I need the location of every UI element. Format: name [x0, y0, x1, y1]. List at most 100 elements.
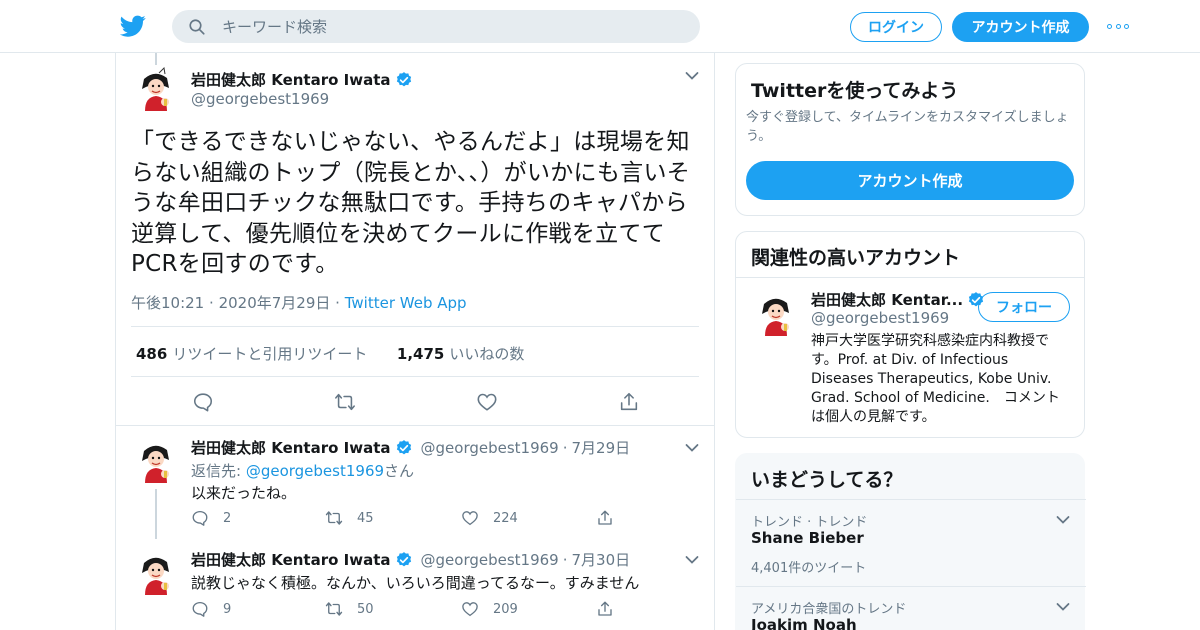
avatar[interactable]: [751, 290, 800, 339]
avatar[interactable]: [131, 65, 180, 114]
separator: ·: [335, 294, 340, 312]
tweet-metadata: 午後10:21 · 2020年7月29日 · Twitter Web App: [131, 292, 467, 313]
tweet-time[interactable]: 午後10:21: [131, 294, 204, 312]
author-name[interactable]: 岩田健太郎 Kentaro Iwata: [191, 437, 391, 458]
thread-connector-line: [155, 489, 157, 539]
reply-to-line: 返信先: @georgebest1969さん: [191, 462, 415, 480]
reply-tweet[interactable]: 岩田健太郎 Kentaro Iwata @georgebest1969 · 7月…: [116, 539, 714, 630]
share-button[interactable]: [596, 600, 614, 618]
account-handle[interactable]: @georgebest1969: [811, 309, 949, 327]
share-button[interactable]: [596, 509, 614, 527]
divider: [131, 376, 699, 377]
trend-tweet-count: 4,401件のツイート: [751, 561, 867, 576]
main-tweet: 岩田健太郎 Kentaro Iwata @georgebest1969 「できる…: [116, 53, 714, 426]
author-name[interactable]: 岩田健太郎 Kentaro Iwata: [191, 549, 391, 570]
like-count-button[interactable]: 209: [461, 600, 518, 618]
like-heart-icon: [462, 511, 478, 526]
chevron-down-icon[interactable]: [685, 555, 699, 565]
retweets-stat[interactable]: 486 リツイートと引用リツイート: [136, 345, 367, 363]
like-count-button[interactable]: 224: [461, 509, 518, 527]
avatar-illustration: [131, 65, 180, 114]
chevron-down-icon[interactable]: [1056, 515, 1070, 525]
reply-icon: [192, 510, 208, 526]
search-box[interactable]: [172, 10, 700, 43]
tweet-timeline-column: 岩田健太郎 Kentaro Iwata @georgebest1969 「できる…: [115, 53, 715, 630]
trend-name: Joakim Noah: [751, 616, 857, 630]
share-icon: [598, 601, 612, 616]
tweet-source-link[interactable]: Twitter Web App: [345, 294, 467, 312]
reply-count-button[interactable]: 9: [191, 600, 231, 618]
create-account-button[interactable]: アカウント作成: [746, 161, 1074, 200]
reply-tweet[interactable]: 岩田健太郎 Kentaro Iwata @georgebest1969 · 7月…: [116, 427, 714, 539]
reply-text: 以来だったね。: [191, 484, 297, 502]
reply-action-bar: 9 50 209: [191, 600, 631, 620]
reply-text: 説教じゃなく積極。なんか、いろいろ間違ってるなー。すみません: [191, 574, 640, 592]
chevron-down-icon[interactable]: [685, 71, 699, 81]
avatar-illustration: [751, 290, 800, 339]
avatar-illustration: [131, 437, 180, 486]
reply-to-handle-link[interactable]: @georgebest1969: [246, 462, 384, 480]
top-navigation-bar: ログイン アカウント作成: [0, 0, 1200, 53]
reply-header: 岩田健太郎 Kentaro Iwata @georgebest1969 · 7月…: [191, 437, 630, 458]
separator: ·: [562, 438, 568, 457]
like-heart-icon: [462, 602, 478, 617]
share-icon: [598, 510, 612, 525]
retweet-icon: [325, 602, 343, 616]
search-input[interactable]: [222, 10, 682, 43]
reply-count-button[interactable]: 2: [191, 509, 231, 527]
reply-header: 岩田健太郎 Kentaro Iwata @georgebest1969 · 7月…: [191, 549, 630, 570]
retweet-icon[interactable]: [334, 391, 356, 413]
avatar-illustration: [131, 549, 180, 598]
divider: [736, 277, 1084, 278]
verified-badge-icon: [396, 71, 411, 86]
trend-item[interactable]: トレンド · トレンド Shane Bieber 4,401件のツイート: [736, 511, 1086, 581]
chevron-down-icon[interactable]: [685, 443, 699, 453]
card-title: いまどうしてる？: [751, 469, 903, 491]
author-handle[interactable]: @georgebest1969: [421, 439, 559, 457]
reply-action-bar: 2 45 224: [191, 509, 631, 529]
trend-context: トレンド · トレンド: [751, 515, 868, 530]
reply-icon[interactable]: [192, 391, 214, 413]
signup-button[interactable]: アカウント作成: [952, 12, 1089, 42]
author-handle[interactable]: @georgebest1969: [421, 551, 559, 569]
related-accounts-card: 関連性の高いアカウント 岩田健太郎 Kentar... @georgebest1…: [735, 231, 1085, 438]
trend-name: Shane Bieber: [751, 529, 864, 547]
divider: [736, 499, 1086, 500]
dot: [1107, 23, 1112, 29]
tweet-stats: 486 リツイートと引用リツイート 1,475 いいねの数: [136, 343, 524, 364]
trends-card: いまどうしてる？ トレンド · トレンド Shane Bieber 4,401件…: [735, 453, 1086, 630]
avatar[interactable]: [131, 437, 180, 486]
like-heart-icon[interactable]: [476, 391, 498, 413]
search-icon: [189, 19, 205, 35]
like-count: 224: [493, 510, 518, 526]
reply-count: 2: [223, 510, 232, 526]
follow-button[interactable]: フォロー: [978, 292, 1070, 322]
retweet-count: 50: [357, 601, 374, 617]
login-button[interactable]: ログイン: [850, 12, 942, 42]
verified-badge-icon: [396, 439, 411, 454]
card-description: 今すぐ登録して、タイムラインをカスタマイズしましょう。: [746, 110, 1069, 144]
separator: ·: [562, 550, 568, 569]
dot: [1124, 23, 1129, 29]
account-name-text: 岩田健太郎 Kentar...: [811, 291, 964, 309]
retweet-count-button[interactable]: 45: [325, 509, 374, 527]
twitter-logo-icon[interactable]: [120, 13, 146, 39]
author-handle[interactable]: @georgebest1969: [191, 90, 329, 108]
avatar[interactable]: [131, 549, 180, 598]
divider: [736, 586, 1086, 587]
share-icon[interactable]: [618, 391, 640, 413]
more-options-icon[interactable]: [1107, 18, 1129, 34]
tweet-date[interactable]: 2020年7月29日: [219, 294, 331, 312]
like-count: 209: [493, 601, 518, 617]
retweet-count-button[interactable]: 50: [325, 600, 374, 618]
card-title: Twitterを使ってみよう: [751, 80, 959, 102]
card-title: 関連性の高いアカウント: [751, 247, 961, 269]
verified-badge-icon: [396, 551, 411, 566]
tweet-date[interactable]: 7月30日: [572, 549, 631, 570]
author-name[interactable]: 岩田健太郎 Kentaro Iwata: [191, 69, 413, 90]
tweet-date[interactable]: 7月29日: [572, 437, 631, 458]
account-name[interactable]: 岩田健太郎 Kentar...: [811, 289, 985, 310]
trend-item[interactable]: アメリカ合衆国のトレンド Joakim Noah: [736, 598, 1086, 630]
likes-stat[interactable]: 1,475 いいねの数: [397, 345, 524, 363]
chevron-down-icon[interactable]: [1056, 602, 1070, 612]
